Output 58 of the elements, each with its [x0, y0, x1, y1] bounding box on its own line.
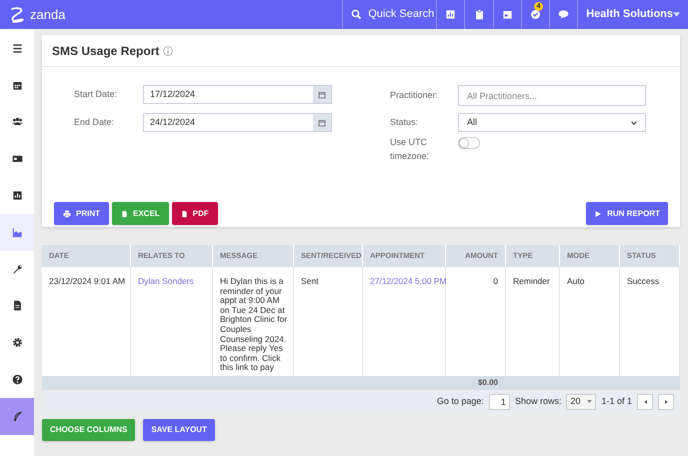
account-menu[interactable]: Health Solutions	[577, 0, 688, 29]
file-icon	[121, 210, 128, 218]
page-range: 1-1 of 1	[601, 395, 632, 408]
settings-icon	[12, 337, 22, 348]
search-icon	[351, 9, 362, 20]
rows-select[interactable]: 20	[566, 394, 596, 410]
choose-columns-button[interactable]: CHOOSE COLUMNS	[42, 418, 136, 441]
excel-button[interactable]: EXCEL	[112, 202, 169, 225]
field-label: End Date:	[74, 116, 116, 129]
field-label: Start Date:	[74, 88, 118, 101]
quick-search-button[interactable]: Quick Search	[342, 0, 436, 29]
practitioner-field[interactable]: All Practitioners...	[458, 85, 646, 106]
logo-icon	[8, 6, 26, 24]
field-label: Status:	[390, 116, 420, 129]
chat-icon	[558, 9, 570, 20]
caret-icon	[587, 400, 592, 404]
help-icon	[12, 374, 22, 386]
pdf-button[interactable]: PDF	[172, 202, 218, 225]
print-button[interactable]: PRINT	[54, 202, 109, 225]
report-title: SMS Usage Report	[52, 42, 160, 60]
info-icon	[163, 46, 174, 56]
go-to-page-label: Go to page:	[436, 395, 484, 408]
chevron-icon	[631, 120, 637, 124]
prev-page-button[interactable]	[637, 394, 653, 410]
caret-icon	[673, 12, 680, 17]
menu-icon	[12, 42, 22, 54]
calendar-icon	[502, 9, 513, 20]
file-icon	[180, 210, 188, 218]
total-amount: $0.00	[476, 376, 498, 389]
logo-text: zanda	[30, 6, 66, 24]
bar-chart-icon	[445, 9, 456, 20]
calendar-icon	[318, 90, 326, 98]
page-field[interactable]: 1	[488, 394, 510, 410]
end-date-field[interactable]: 24/12/2024	[143, 113, 332, 132]
clipboard-icon	[474, 9, 484, 20]
document-icon	[12, 300, 22, 312]
field-label: Practitioner:	[390, 88, 440, 102]
feather-icon	[12, 410, 22, 422]
right-arrow-icon	[664, 400, 668, 404]
next-page-button[interactable]	[658, 394, 674, 410]
area-chart-icon	[12, 226, 22, 238]
check-icon	[530, 9, 541, 20]
wrench-icon	[12, 264, 22, 275]
run-report-button[interactable]: RUN REPORT	[586, 202, 668, 225]
field-label: Use UTC timezone:	[390, 136, 430, 163]
play-icon	[594, 210, 602, 218]
printer-icon	[63, 210, 71, 218]
utc-toggle[interactable]	[458, 137, 480, 149]
start-date-field[interactable]: 17/12/2024	[143, 85, 332, 104]
calendar-icon	[12, 80, 22, 91]
show-rows-label: Show rows:	[514, 395, 562, 408]
people-icon	[12, 116, 22, 128]
save-layout-button[interactable]: SAVE LAYOUT	[143, 418, 215, 441]
card-icon	[12, 153, 22, 164]
bar-chart-icon	[12, 190, 22, 202]
calendar-icon	[318, 118, 326, 126]
status-select[interactable]: All	[458, 113, 646, 132]
left-arrow-icon	[644, 400, 646, 404]
